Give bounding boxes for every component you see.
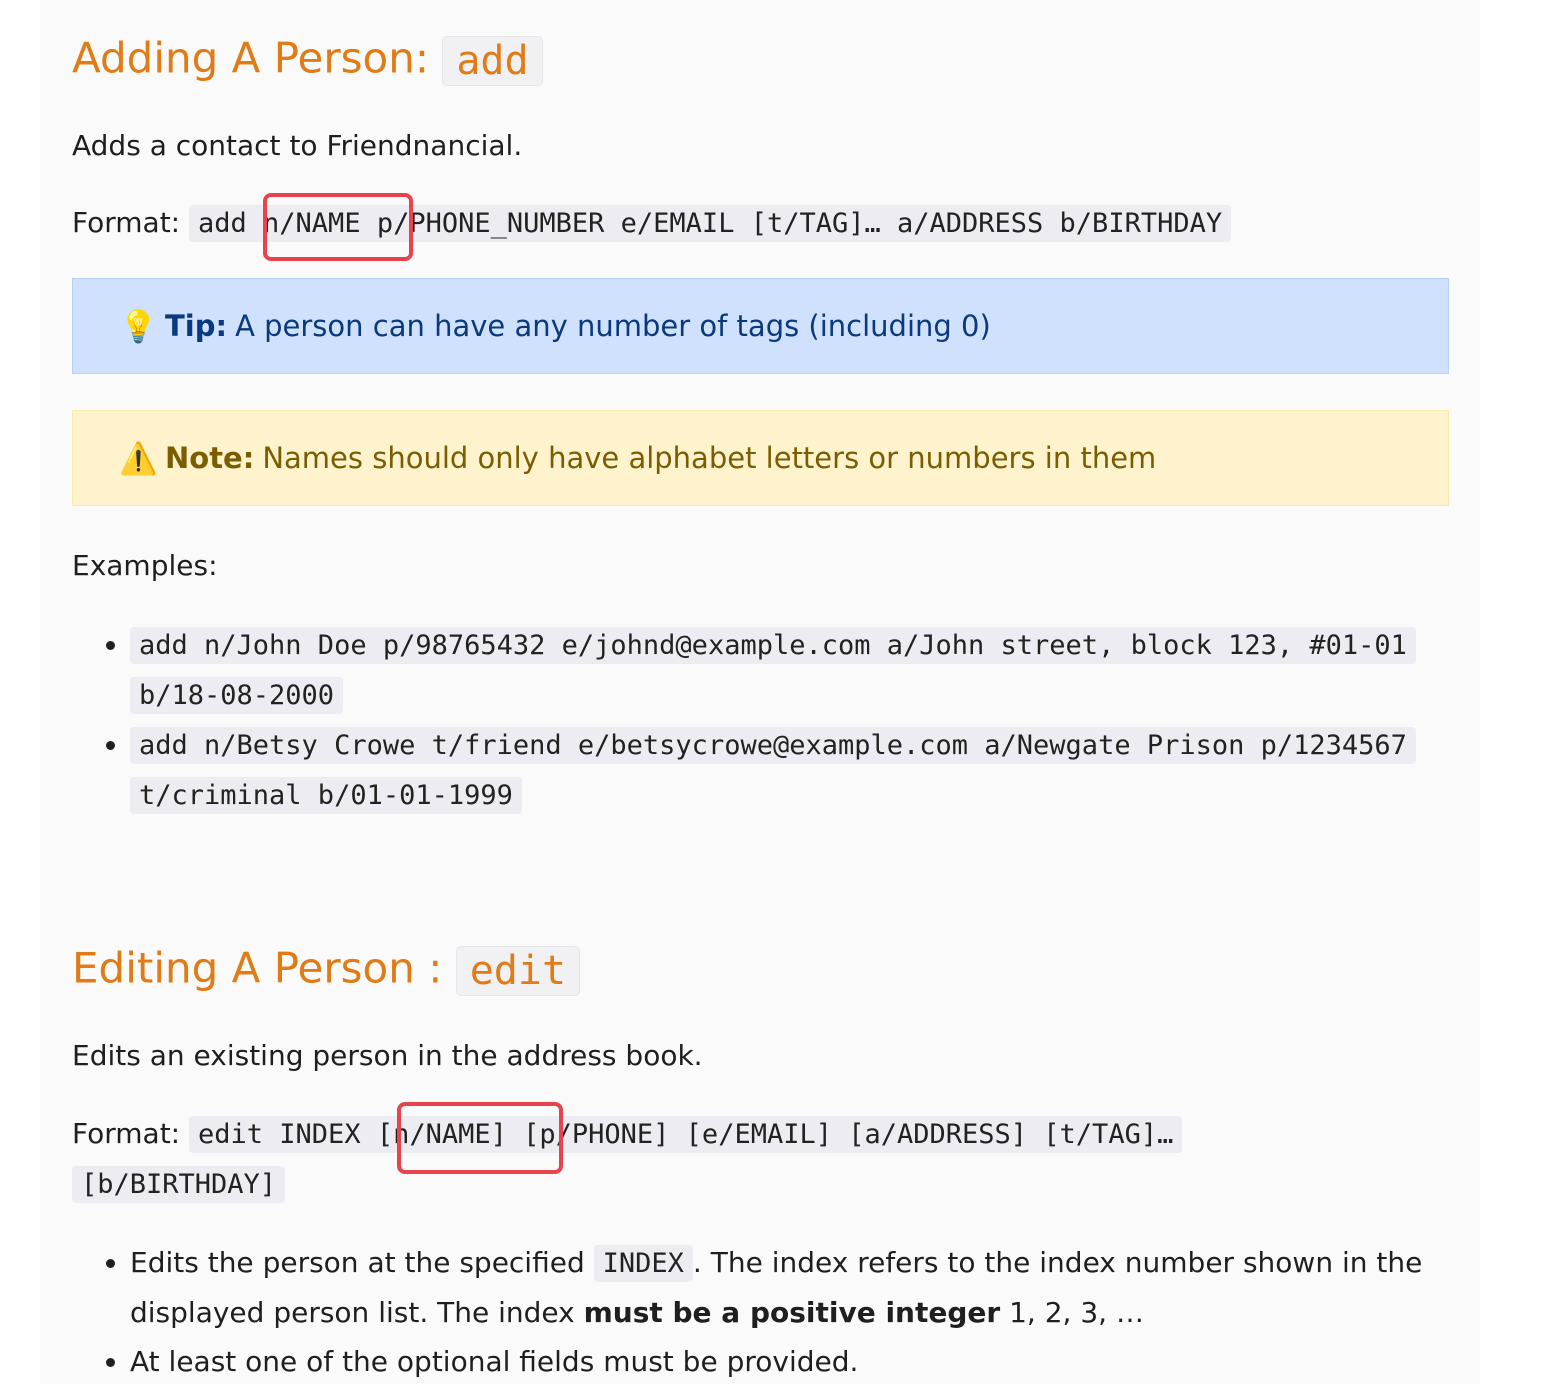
add-format-label: Format: — [72, 206, 190, 239]
highlight-box — [263, 193, 413, 261]
edit-format-line: Format: edit INDEX [n/NAME] [p/PHONE] [e… — [72, 1109, 1312, 1209]
edit-description: Edits an existing person in the address … — [72, 1039, 703, 1072]
edit-heading-text: Editing A Person : — [72, 943, 456, 993]
example-code-2: add n/Betsy Crowe t/friend e/betsycrowe@… — [130, 727, 1416, 814]
warning-icon: ⚠️ — [119, 440, 158, 477]
list-item: Edits the person at the specified INDEX.… — [130, 1238, 1500, 1337]
example-code-1: add n/John Doe p/98765432 e/johnd@exampl… — [130, 627, 1416, 714]
list-item: At least one of the optional fields must… — [130, 1337, 1500, 1386]
add-heading-code: add — [442, 36, 543, 86]
tip-text: A person can have any number of tags (in… — [235, 309, 991, 343]
index-code: INDEX — [593, 1245, 693, 1282]
examples-label: Examples: — [72, 549, 218, 582]
add-format-line: Format: add n/NAME p/PHONE_NUMBER e/EMAI… — [72, 199, 1232, 247]
add-section-heading: Adding A Person: add — [72, 36, 543, 86]
edit-heading-code: edit — [455, 946, 581, 996]
document-page: Adding A Person: add Adds a contact to F… — [40, 0, 1480, 1384]
add-description: Adds a contact to Friendnancial. — [72, 129, 523, 162]
note-text: Names should only have alphabet letters … — [262, 441, 1157, 475]
bullet-text: 1, 2, 3, … — [1000, 1296, 1144, 1329]
tip-box: 💡 Tip: A person can have any number of t… — [72, 278, 1449, 374]
edit-format-label: Format: — [72, 1117, 190, 1150]
note-label: Note: — [165, 441, 255, 475]
examples-list: add n/John Doe p/98765432 e/johnd@exampl… — [72, 620, 1500, 820]
add-heading-text: Adding A Person: — [72, 33, 443, 83]
edit-format-code: edit INDEX [n/NAME] [p/PHONE] [e/EMAIL] … — [72, 1116, 1183, 1203]
tip-label: Tip: — [165, 309, 228, 343]
bullet-text: Edits the person at the specified — [130, 1246, 594, 1279]
lightbulb-icon: 💡 — [119, 308, 158, 345]
list-item: add n/John Doe p/98765432 e/johnd@exampl… — [130, 620, 1500, 720]
edit-bullets: Edits the person at the specified INDEX.… — [72, 1238, 1500, 1386]
note-box: ⚠️ Note: Names should only have alphabet… — [72, 410, 1449, 506]
list-item: add n/Betsy Crowe t/friend e/betsycrowe@… — [130, 720, 1500, 820]
bold-text: must be a positive integer — [583, 1296, 1001, 1329]
highlight-box — [397, 1102, 563, 1174]
edit-section-heading: Editing A Person : edit — [72, 943, 581, 996]
